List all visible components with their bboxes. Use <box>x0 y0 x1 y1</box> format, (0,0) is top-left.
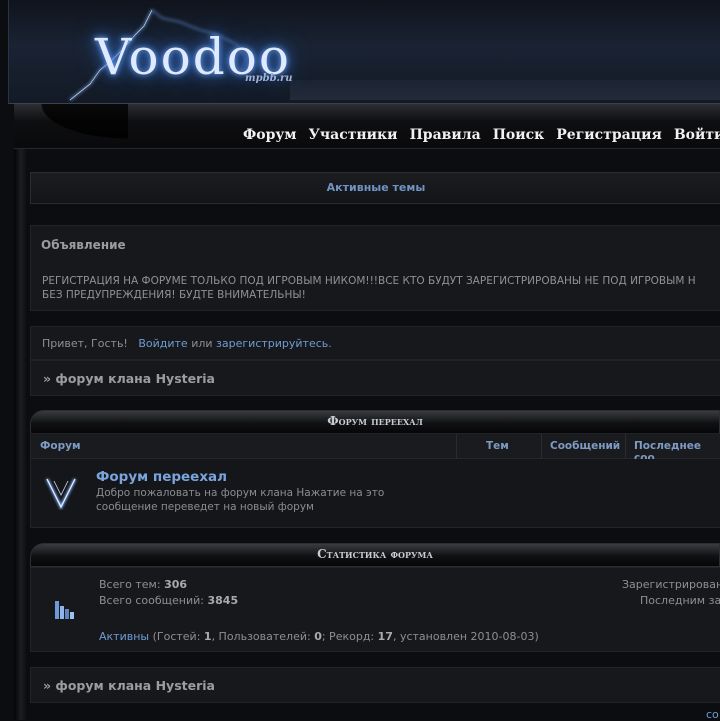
guest-period: . <box>328 337 332 350</box>
stats-posts-value: 3845 <box>207 594 239 607</box>
stats-chart-icon <box>55 601 74 619</box>
nav-forum[interactable]: Форум <box>243 127 297 143</box>
stats-topics-label: Всего тем: <box>99 578 161 591</box>
stats-users-label: , Пользователей: <box>211 630 311 643</box>
guest-greeting-line: Привет, Гость! Войдите или зарегистрируй… <box>42 337 332 350</box>
active-topics-bar: Активные темы <box>30 172 720 204</box>
column-posts: Сообщений <box>550 440 621 452</box>
announcement-panel: Объявление РЕГИСТРАЦИЯ НА ФОРУМЕ ТОЛЬКО … <box>30 225 720 311</box>
breadcrumb-bottom: » форум клана Hysteria <box>30 667 720 703</box>
stats-posts-label: Всего сообщений: <box>99 594 204 607</box>
banner-strip <box>290 80 720 100</box>
nav-login[interactable]: Войти <box>674 127 720 143</box>
announcement-line: РЕГИСТРАЦИЯ НА ФОРУМЕ ТОЛЬКО ПОД ИГРОВЫМ… <box>42 275 696 287</box>
forum-v-icon <box>45 478 77 511</box>
stats-registered: Зарегистрирован <box>622 578 720 591</box>
stats-header: Статистика форума <box>30 543 720 567</box>
main-nav: Форум Участники Правила Поиск Регистраци… <box>243 127 720 143</box>
nav-rules[interactable]: Правила <box>410 127 481 143</box>
register-link[interactable]: зарегистрируйтесь <box>216 337 328 350</box>
nav-bar-curve <box>18 104 128 148</box>
breadcrumb: » форум клана Hysteria <box>30 360 720 396</box>
stats-guests-label: (Гостей: <box>152 630 201 643</box>
bottom-link[interactable]: со <box>706 708 719 721</box>
stats-topics: Всего тем: 306 <box>99 578 187 591</box>
left-frame-rail <box>14 104 28 720</box>
nav-members[interactable]: Участники <box>309 127 398 143</box>
forum-table: Форум Тем Сообщений Последнее соо Форум … <box>30 433 720 528</box>
nav-register[interactable]: Регистрация <box>556 127 662 143</box>
guest-or: или <box>191 337 213 350</box>
announcement-title: Объявление <box>41 238 126 252</box>
stats-last-member: Последним за <box>640 594 720 607</box>
forum-table-header: Форум Тем Сообщений Последнее соо <box>31 434 720 464</box>
breadcrumb-bottom-link[interactable]: » форум клана Hysteria <box>43 678 215 693</box>
stats-online-line: Активны (Гостей: 1, Пользователей: 0; Ре… <box>99 630 539 643</box>
stats-posts: Всего сообщений: 3845 <box>99 594 238 607</box>
breadcrumb-link[interactable]: » форум клана Hysteria <box>43 371 215 386</box>
announcement-line: БЕЗ ПРЕДУПРЕЖДЕНИЯ! БУДТЕ ВНИМАТЕЛЬНЫ! <box>42 289 306 301</box>
stats-record-label: ; Рекорд: <box>321 630 375 643</box>
logo-site-label: mpbb.ru <box>245 73 293 84</box>
stats-title: Статистика форума <box>317 547 433 561</box>
stats-panel: Всего тем: 306 Всего сообщений: 3845 Зар… <box>30 567 720 652</box>
login-link[interactable]: Войдите <box>138 337 187 350</box>
stats-topics-value: 306 <box>164 578 188 591</box>
announcement-body: РЕГИСТРАЦИЯ НА ФОРУМЕ ТОЛЬКО ПОД ИГРОВЫМ… <box>42 274 720 302</box>
column-forum: Форум <box>40 440 81 452</box>
guest-greeting: Привет, Гость! <box>42 337 128 350</box>
active-topics-link[interactable]: Активные темы <box>31 181 720 194</box>
category-title[interactable]: Форум переехал <box>31 414 719 428</box>
online-users-link[interactable]: Активны <box>99 630 149 643</box>
stats-record-date: , установлен 2010-08-03) <box>392 630 539 643</box>
forum-row[interactable]: Форум переехал Добро пожаловать на форум… <box>31 459 720 527</box>
forum-name-link[interactable]: Форум переехал <box>96 469 227 485</box>
column-topics: Тем <box>486 440 509 452</box>
stats-users-value: 0 <box>314 630 322 643</box>
stats-guests-value: 1 <box>203 630 212 643</box>
nav-search[interactable]: Поиск <box>493 127 545 143</box>
forum-description: Добро пожаловать на форум клана Нажатие … <box>96 487 385 513</box>
guest-panel: Привет, Гость! Войдите или зарегистрируй… <box>30 326 720 360</box>
stats-record-value: 17 <box>377 630 393 643</box>
category-header: Форум переехал <box>30 410 720 434</box>
